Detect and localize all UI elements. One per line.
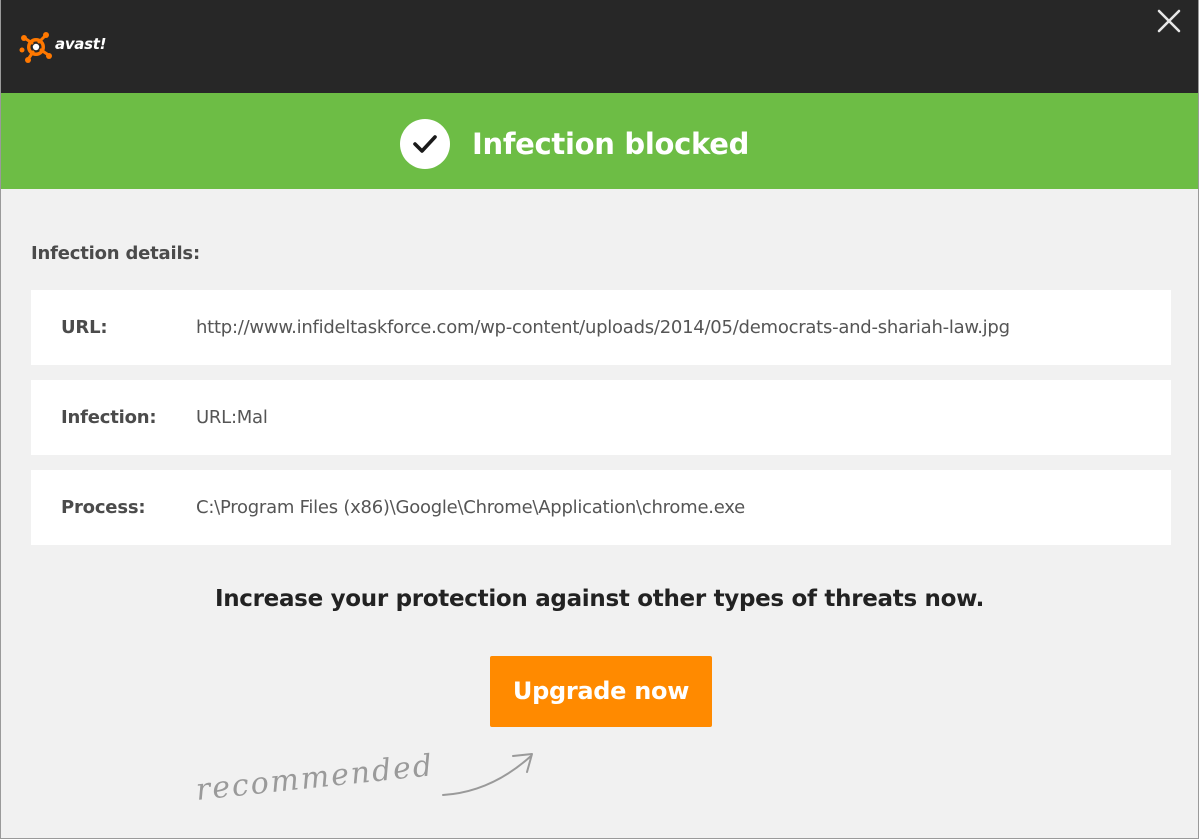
infection-details-heading: Infection details: bbox=[31, 243, 200, 264]
banner-content: Infection blocked bbox=[400, 119, 749, 169]
detail-value: http://www.infideltaskforce.com/wp-conte… bbox=[196, 317, 1010, 338]
detail-value: C:\Program Files (x86)\Google\Chrome\App… bbox=[196, 497, 745, 518]
avast-logo-icon bbox=[19, 32, 52, 63]
close-icon[interactable] bbox=[1156, 8, 1182, 34]
detail-label: URL: bbox=[61, 317, 108, 338]
detail-label: Infection: bbox=[61, 407, 157, 428]
title-bar: avast! bbox=[1, 0, 1198, 93]
recommended-text: recommended bbox=[194, 748, 435, 808]
recommended-annotation: recommended bbox=[191, 740, 551, 810]
avast-logo: avast! bbox=[19, 30, 106, 64]
checkmark-icon bbox=[400, 119, 450, 169]
detail-label: Process: bbox=[61, 497, 146, 518]
promo-text: Increase your protection against other t… bbox=[214, 586, 985, 612]
detail-value: URL:Mal bbox=[196, 407, 268, 428]
banner-title: Infection blocked bbox=[472, 127, 750, 161]
status-banner: Infection blocked bbox=[1, 93, 1198, 189]
upgrade-now-button[interactable]: Upgrade now bbox=[490, 656, 712, 727]
detail-row-process: Process: C:\Program Files (x86)\Google\C… bbox=[31, 470, 1171, 545]
avast-popup-window: avast! Infection blocked Infection detai… bbox=[0, 0, 1199, 839]
avast-logo-text: avast! bbox=[55, 35, 107, 53]
close-button[interactable] bbox=[1156, 8, 1182, 34]
detail-row-url: URL: http://www.infideltaskforce.com/wp-… bbox=[31, 290, 1171, 365]
detail-row-infection: Infection: URL:Mal bbox=[31, 380, 1171, 455]
arrow-icon bbox=[442, 755, 532, 796]
